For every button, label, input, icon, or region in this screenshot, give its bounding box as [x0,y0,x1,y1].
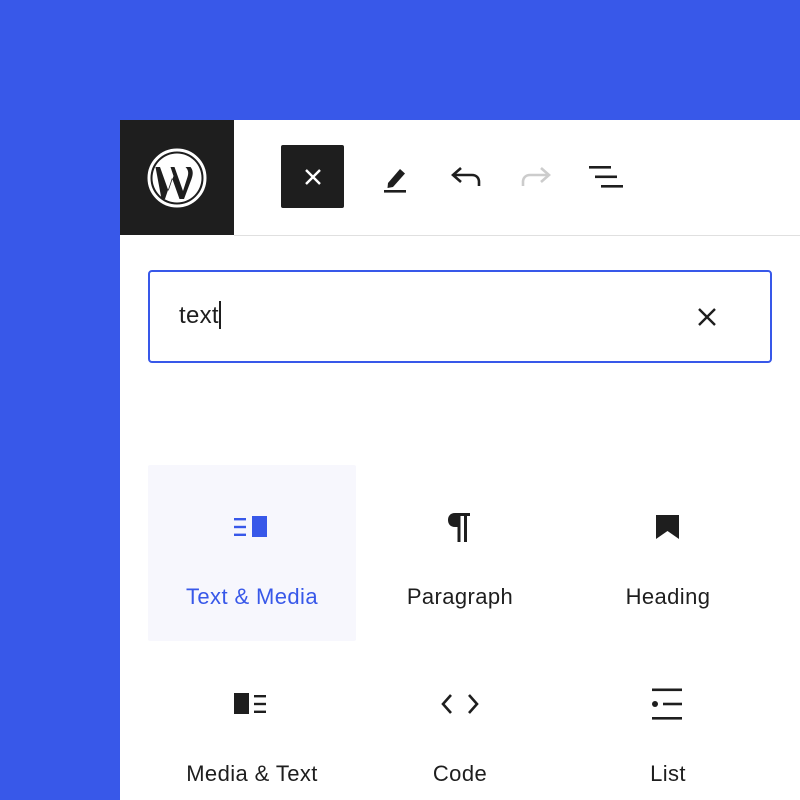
redo-icon [521,166,551,186]
search-input[interactable]: text [179,300,221,332]
media-text-icon [234,693,266,714]
pen-icon [383,168,406,193]
wordpress-logo-icon [147,148,207,207]
toolbar-divider [234,235,800,236]
paragraph-icon [448,513,470,542]
block-item-heading[interactable]: Heading [564,465,772,641]
block-item-list[interactable]: List [564,642,772,800]
clear-search-button[interactable] [695,305,719,329]
undo-button[interactable] [434,145,497,208]
block-label: Text & Media [186,584,318,609]
block-item-paragraph[interactable]: Paragraph [356,465,564,641]
redo-button[interactable] [504,145,567,208]
block-label: List [650,761,686,786]
block-label: Paragraph [406,584,514,609]
block-label: Heading [625,584,711,609]
block-item-media-text[interactable]: Media & Text [148,642,356,800]
block-item-text-media[interactable]: Text & Media [148,465,356,641]
block-editor-panel: text Text & Media Paragraph Heading Medi… [120,120,800,800]
block-label: Media & Text [186,761,318,786]
document-outline-button[interactable] [574,145,637,208]
list-icon [652,688,682,720]
block-label: Code [432,761,488,786]
undo-icon [450,166,480,186]
heading-bookmark-icon [656,515,679,539]
block-item-code[interactable]: Code [356,642,564,800]
text-caret [218,301,221,329]
tools-pen-button[interactable] [364,145,427,208]
text-media-icon [234,516,267,537]
wordpress-logo-button[interactable] [120,120,234,235]
code-icon [441,694,479,714]
block-search-field[interactable]: text [148,270,772,363]
document-outline-icon [588,165,623,188]
close-icon [698,308,716,326]
close-inserter-button[interactable] [281,145,344,208]
close-icon [304,168,321,185]
